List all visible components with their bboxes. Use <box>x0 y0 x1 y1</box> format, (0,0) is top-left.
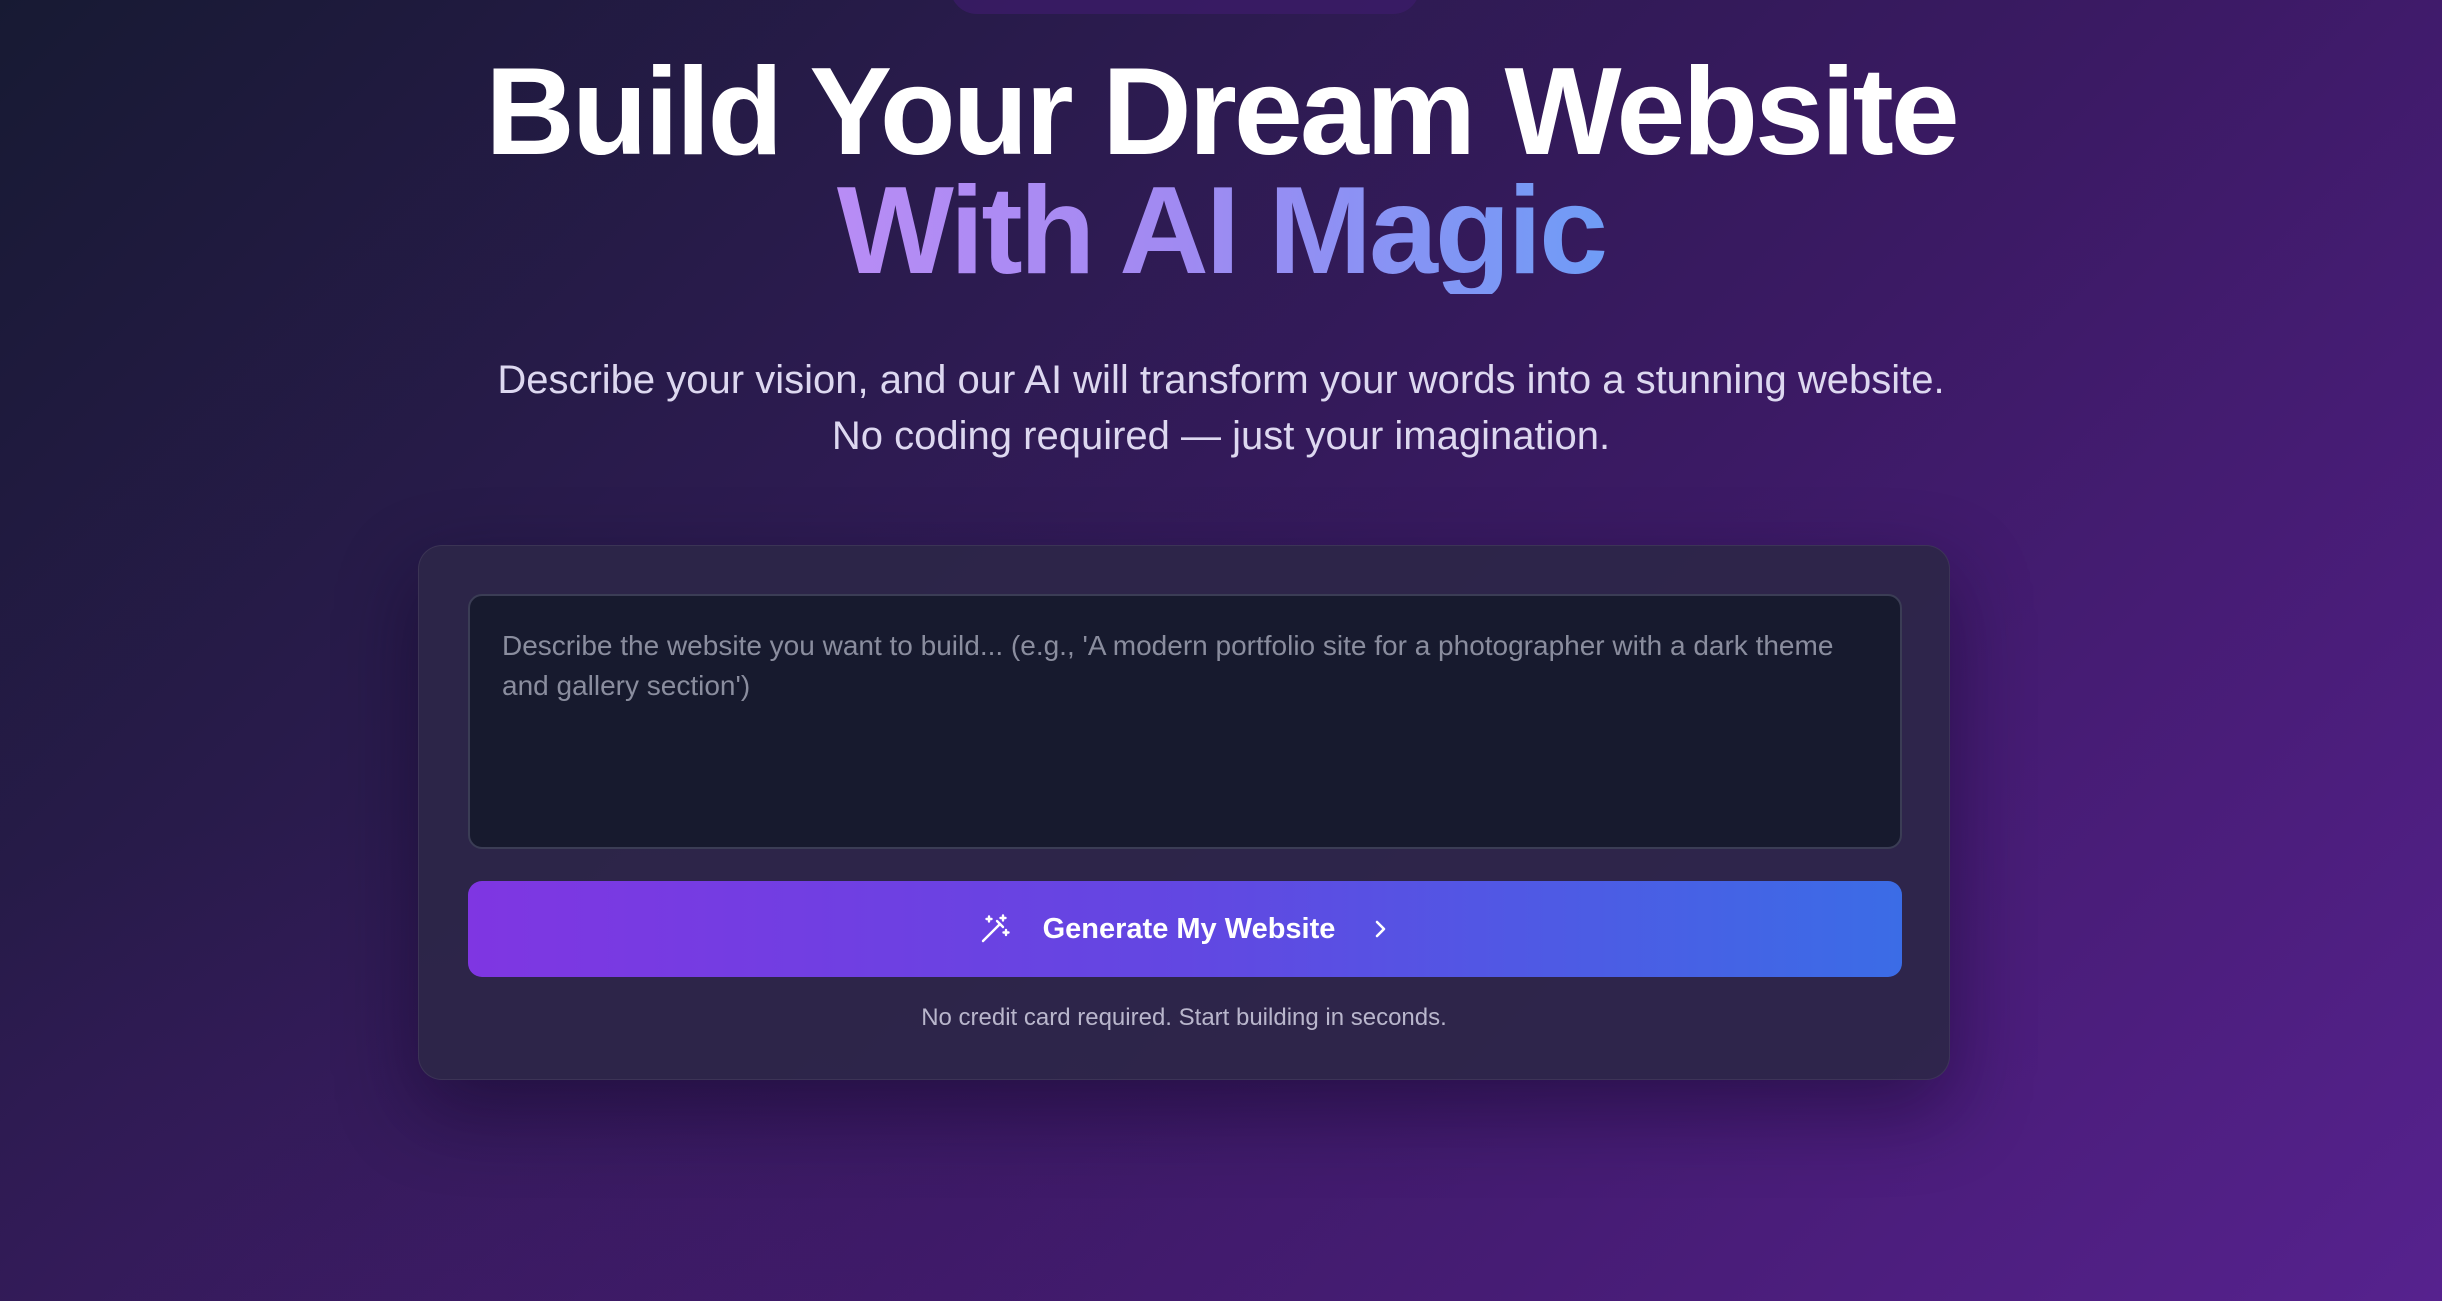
hero-subtitle: Describe your vision, and our AI will tr… <box>0 352 2442 464</box>
prompt-card: Generate My Website No credit card requi… <box>418 545 1950 1080</box>
hero-title-highlight: With AI Magic <box>836 162 1608 300</box>
hero-title: Build Your Dream Website <box>485 43 1959 181</box>
chevron-right-icon <box>1369 918 1391 940</box>
generate-website-button[interactable]: Generate My Website <box>468 881 1902 977</box>
hero-section: Build Your Dream Website With AI Magic <box>0 50 2442 294</box>
top-nav-pill <box>950 0 1420 14</box>
hero-subtitle-line: Describe your vision, and our AI will tr… <box>497 358 1945 402</box>
generate-button-label: Generate My Website <box>1042 912 1336 945</box>
no-credit-card-note: No credit card required. Start building … <box>921 1004 1447 1031</box>
hero-subtitle-line: No coding required — just your imaginati… <box>831 414 1611 458</box>
website-description-input[interactable] <box>468 594 1902 849</box>
magic-wand-icon <box>979 913 1011 945</box>
